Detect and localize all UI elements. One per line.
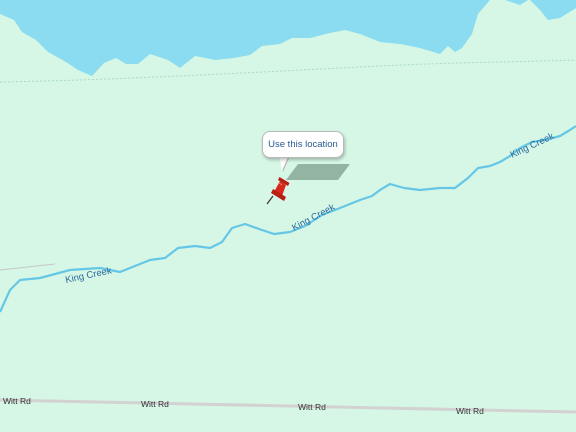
map-canvas[interactable]: King Creek King Creek King Creek Witt Rd… [0,0,576,432]
pushpin-icon[interactable] [262,176,292,210]
road-label: Witt Rd [456,406,484,416]
road-label: Witt Rd [3,396,31,406]
road-label: Witt Rd [141,399,169,409]
use-this-location-button[interactable]: Use this location [262,131,344,158]
road-label: Witt Rd [298,402,326,412]
pin-shadow [286,164,350,180]
map-layer: King Creek King Creek King Creek Witt Rd… [0,0,576,432]
